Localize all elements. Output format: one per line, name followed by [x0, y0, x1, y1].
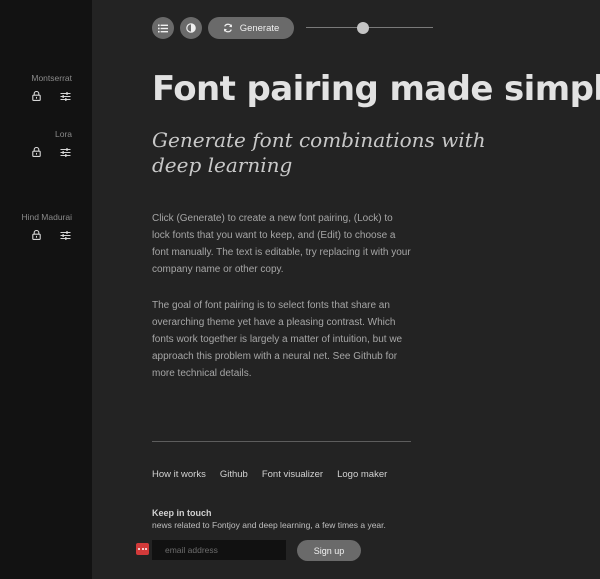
- keep-in-touch-title: Keep in touch: [152, 508, 212, 518]
- page: Montserrat Lora Hind Madurai Generate Fo…: [0, 0, 600, 579]
- divider: [152, 441, 411, 442]
- contrast-slider-thumb[interactable]: [357, 22, 370, 34]
- link-font-visualizer[interactable]: Font visualizer: [262, 469, 323, 480]
- refresh-icon: [223, 23, 232, 33]
- theme-toggle-button[interactable]: [180, 17, 202, 39]
- lock-icon[interactable]: [29, 145, 43, 159]
- contrast-icon: [186, 23, 196, 33]
- link-logo-maker[interactable]: Logo maker: [337, 469, 387, 480]
- email-input[interactable]: [152, 540, 286, 560]
- sliders-icon[interactable]: [58, 89, 72, 103]
- font-name-label: Hind Madurai: [21, 212, 72, 222]
- signup-button[interactable]: Sign up: [297, 540, 361, 561]
- email-badge-icon: [136, 543, 149, 555]
- list-icon: [158, 24, 168, 32]
- sidebar: Montserrat Lora Hind Madurai: [0, 0, 92, 579]
- link-github[interactable]: Github: [220, 469, 248, 480]
- generate-button[interactable]: Generate: [208, 17, 294, 39]
- contrast-slider-track[interactable]: [306, 27, 433, 28]
- lock-icon[interactable]: [29, 228, 43, 242]
- generate-label: Generate: [239, 22, 280, 34]
- sliders-icon[interactable]: [58, 228, 72, 242]
- headline[interactable]: Font pairing made simple: [152, 68, 600, 110]
- list-view-button[interactable]: [152, 17, 174, 39]
- font-name-label: Montserrat: [31, 73, 72, 83]
- lock-icon[interactable]: [29, 89, 43, 103]
- keep-in-touch-text: news related to Fontjoy and deep learnin…: [152, 520, 386, 530]
- link-how-it-works[interactable]: How it works: [152, 469, 206, 480]
- footer-links: How it works Github Font visualizer Logo…: [152, 469, 387, 480]
- intro-paragraph[interactable]: Click (Generate) to create a new font pa…: [152, 210, 412, 278]
- subheadline[interactable]: Generate font combinations with deep lea…: [152, 128, 512, 178]
- font-name-label: Lora: [54, 129, 72, 139]
- sliders-icon[interactable]: [58, 145, 72, 159]
- goal-paragraph[interactable]: The goal of font pairing is to select fo…: [152, 297, 412, 382]
